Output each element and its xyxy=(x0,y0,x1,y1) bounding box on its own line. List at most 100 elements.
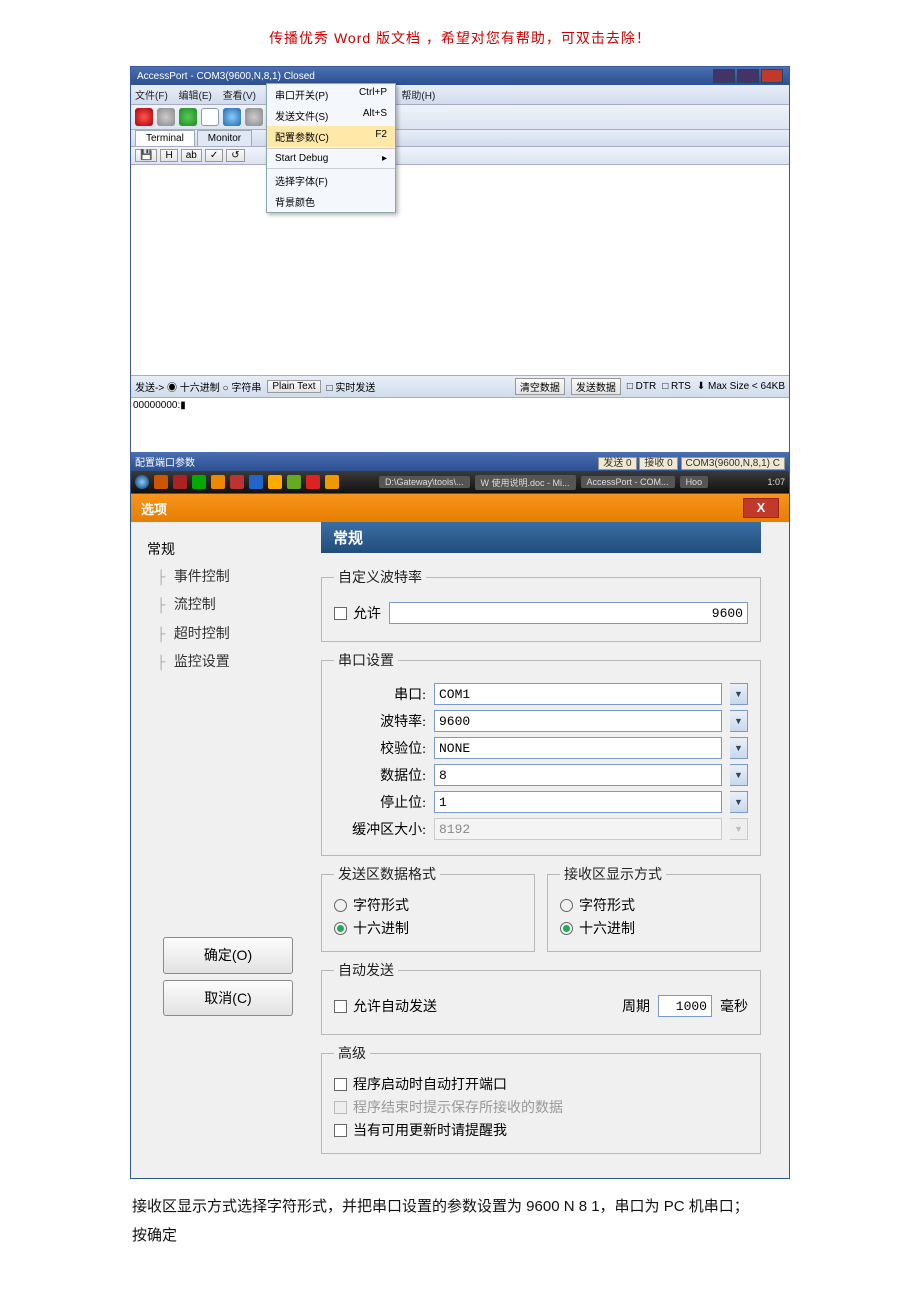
send-mode-radios[interactable]: 发送-> ◉ 十六进制 ○ 字符串 xyxy=(135,379,261,394)
menu-item-send-file[interactable]: 发送文件(S)Alt+S xyxy=(267,105,395,126)
view-tabs: Terminal Monitor xyxy=(131,130,789,147)
statusbar: 配置端口参数 发送 0 接收 0 COM3(9600,N,8,1) C xyxy=(131,452,789,471)
send-button[interactable]: 发送数据 xyxy=(571,378,621,395)
menu-item-debug[interactable]: Start Debug▸ xyxy=(267,150,395,167)
group-send-format: 发送区数据格式 字符形式 十六进制 xyxy=(321,864,535,952)
recv-hex-radio[interactable]: 十六进制 xyxy=(560,918,748,938)
save-icon[interactable]: 💾 xyxy=(135,149,157,162)
status-sent: 发送 0 xyxy=(598,457,636,470)
settings-icon[interactable] xyxy=(245,108,263,126)
instruction-text: 接收区显示方式选择字符形式，并把串口设置的参数设置为 9600 N 8 1，串口… xyxy=(130,1179,790,1264)
dtr-checkbox[interactable]: □ DTR xyxy=(627,381,656,392)
encoding-select[interactable]: Plain Text xyxy=(267,380,320,393)
serial-field[interactable] xyxy=(434,710,722,732)
maxsize-label: ⬇ Max Size < 64KB xyxy=(697,381,785,392)
terminal-output[interactable] xyxy=(131,165,789,375)
menu-item-toggle-port[interactable]: 串口开关(P)Ctrl+P xyxy=(267,84,395,105)
send-toolbar: 发送-> ◉ 十六进制 ○ 字符串 Plain Text □ 实时发送 清空数据… xyxy=(131,375,789,398)
menu-item-config[interactable]: 配置参数(C)F2 xyxy=(267,126,395,147)
minimize-icon[interactable] xyxy=(713,69,735,83)
auto-allow-checkbox[interactable]: 允许自动发送 xyxy=(334,996,437,1016)
tree-item-events[interactable]: 事件控制 xyxy=(147,563,309,592)
task-icon[interactable] xyxy=(154,475,168,489)
task-icon[interactable] xyxy=(325,475,339,489)
allow-custom-checkbox[interactable]: 允许 xyxy=(334,603,381,623)
play-icon[interactable] xyxy=(179,108,197,126)
cancel-button[interactable]: 取消(C) xyxy=(163,980,293,1017)
menu-edit[interactable]: 编辑(E) xyxy=(179,91,212,102)
clear-icon[interactable]: ✓ xyxy=(205,149,223,162)
serial-field[interactable] xyxy=(434,737,722,759)
tab-monitor[interactable]: Monitor xyxy=(197,130,252,146)
chevron-down-icon[interactable]: ▼ xyxy=(730,791,748,813)
menu-item-font[interactable]: 选择字体(F) xyxy=(267,170,395,191)
chevron-down-icon[interactable]: ▼ xyxy=(730,737,748,759)
close-button[interactable]: X xyxy=(743,498,779,518)
group-recv-format: 接收区显示方式 字符形式 十六进制 xyxy=(547,864,761,952)
refresh-icon[interactable] xyxy=(223,108,241,126)
category-tree[interactable]: 常规 事件控制 流控制 超时控制 监控设置 确定(O) 取消(C) xyxy=(131,522,321,1178)
send-input[interactable]: 00000000:▮ xyxy=(131,398,789,452)
menu-file[interactable]: 文件(F) xyxy=(135,91,168,102)
task-icon[interactable] xyxy=(230,475,244,489)
document-header: 传播优秀 Word 版文档 ，希望对您有帮助，可双击去除！ xyxy=(0,0,920,66)
realtime-checkbox[interactable]: □ 实时发送 xyxy=(327,379,376,394)
tree-item-monitor[interactable]: 监控设置 xyxy=(147,648,309,677)
period-input[interactable] xyxy=(658,995,712,1017)
stop-icon[interactable] xyxy=(157,108,175,126)
document-icon[interactable] xyxy=(201,108,219,126)
send-hex-radio[interactable]: 十六进制 xyxy=(334,918,522,938)
period-label: 周期 xyxy=(622,996,650,1016)
recv-char-radio[interactable]: 字符形式 xyxy=(560,895,748,915)
serial-field xyxy=(434,818,722,840)
group-label: 发送区数据格式 xyxy=(334,864,440,884)
menu-item-bgcolor[interactable]: 背景颜色 xyxy=(267,191,395,212)
taskbar-item[interactable]: Hoo xyxy=(680,476,709,488)
clear-button[interactable]: 清空数据 xyxy=(515,378,565,395)
task-icon[interactable] xyxy=(192,475,206,489)
taskbar-item[interactable]: W 使用说明.doc - Mi... xyxy=(475,475,576,490)
record-icon[interactable] xyxy=(135,108,153,126)
update-remind-checkbox[interactable]: 当有可用更新时请提醒我 xyxy=(334,1120,748,1140)
menu-help[interactable]: 帮助(H) xyxy=(401,91,435,102)
tree-item-general[interactable]: 常规 xyxy=(147,536,309,563)
ok-button[interactable]: 确定(O) xyxy=(163,937,293,974)
serial-field[interactable] xyxy=(434,764,722,786)
menu-view[interactable]: 查看(V) xyxy=(223,91,256,102)
chevron-down-icon[interactable]: ▼ xyxy=(730,710,748,732)
tree-item-timeout[interactable]: 超时控制 xyxy=(147,620,309,649)
group-label: 串口设置 xyxy=(334,650,398,670)
chevron-down-icon[interactable]: ▼ xyxy=(730,764,748,786)
status-recv: 接收 0 xyxy=(639,457,677,470)
hex-icon[interactable]: H xyxy=(160,149,177,162)
chevron-down-icon: ▼ xyxy=(730,818,748,840)
custom-baud-input[interactable] xyxy=(389,602,748,624)
task-icon[interactable] xyxy=(249,475,263,489)
menubar[interactable]: 文件(F) 编辑(E) 查看(V) 监控(M) 工具(T) 操作(O) 帮助(H… xyxy=(131,85,789,105)
taskbar-item[interactable]: AccessPort - COM... xyxy=(581,476,675,488)
field-label: 数据位: xyxy=(334,765,426,785)
task-icon[interactable] xyxy=(306,475,320,489)
close-icon[interactable] xyxy=(761,69,783,83)
tree-item-flow[interactable]: 流控制 xyxy=(147,591,309,620)
rts-checkbox[interactable]: □ RTS xyxy=(662,381,691,392)
serial-field[interactable] xyxy=(434,683,722,705)
tools-dropdown[interactable]: 串口开关(P)Ctrl+P 发送文件(S)Alt+S 配置参数(C)F2 Sta… xyxy=(266,83,396,213)
status-conn: COM3(9600,N,8,1) C xyxy=(681,457,785,470)
task-icon[interactable] xyxy=(173,475,187,489)
window-title: AccessPort - COM3(9600,N,8,1) Closed xyxy=(137,71,315,82)
task-icon[interactable] xyxy=(268,475,282,489)
auto-open-checkbox[interactable]: 程序启动时自动打开端口 xyxy=(334,1074,748,1094)
chevron-down-icon[interactable]: ▼ xyxy=(730,683,748,705)
reset-icon[interactable]: ↺ xyxy=(226,149,244,162)
start-icon[interactable] xyxy=(135,475,149,489)
tab-terminal[interactable]: Terminal xyxy=(135,130,195,146)
field-label: 校验位: xyxy=(334,738,426,758)
serial-field[interactable] xyxy=(434,791,722,813)
send-char-radio[interactable]: 字符形式 xyxy=(334,895,522,915)
ab-icon[interactable]: ab xyxy=(181,149,202,162)
task-icon[interactable] xyxy=(211,475,225,489)
maximize-icon[interactable] xyxy=(737,69,759,83)
task-icon[interactable] xyxy=(287,475,301,489)
taskbar-item[interactable]: D:\Gateway\tools\... xyxy=(379,476,470,488)
